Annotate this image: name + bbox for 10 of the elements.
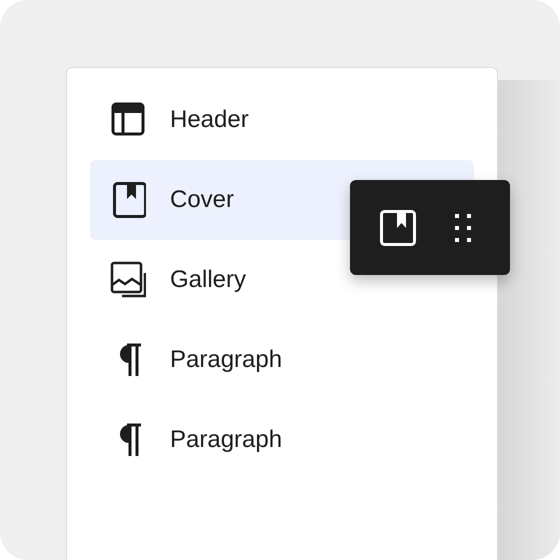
cover-block-button[interactable] (380, 210, 416, 246)
images-icon (110, 261, 146, 299)
drag-dots-icon (455, 214, 471, 242)
block-list-item[interactable]: Paragraph (90, 400, 474, 480)
block-list-item[interactable]: Header (90, 80, 474, 160)
bookmark-icon (380, 210, 416, 246)
block-list-item[interactable]: Paragraph (90, 320, 474, 400)
block-list-item[interactable]: Gallery (90, 240, 474, 320)
bookmark-icon (110, 181, 146, 219)
drag-handle[interactable] (455, 214, 471, 242)
